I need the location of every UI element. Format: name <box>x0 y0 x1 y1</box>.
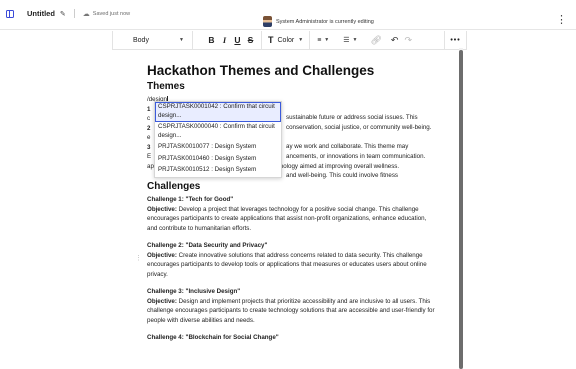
page-title: Hackathon Themes and Challenges <box>147 63 375 78</box>
document-title[interactable]: Untitled <box>27 9 55 18</box>
drag-handle-icon[interactable]: ⋮ <box>135 254 142 262</box>
top-bar: Untitled ✎ ☁ Saved just now System Admin… <box>0 0 576 30</box>
line-fragment: c <box>147 115 151 122</box>
challenge-block: Challenge 4: "Blockchain for Social Chan… <box>147 333 437 343</box>
formatting-toolbar: Body ▼ B I U S T Color ▼ ≡ ▼ ☰ ▼ 🔗︎ ↶ ↷ … <box>112 31 467 50</box>
theme-line-fragment: ancements, or innovations in team commun… <box>286 153 426 160</box>
objective-text: Design and implement projects that prior… <box>147 297 435 324</box>
link-icon[interactable]: 🔗︎ <box>364 31 387 49</box>
objective-label: Objective: <box>147 205 177 213</box>
theme-number: 1 <box>147 105 151 113</box>
align-button[interactable]: ≡ ▼ <box>310 31 336 49</box>
objective-label: Objective: <box>147 251 177 259</box>
divider <box>73 9 75 18</box>
challenge-title: Challenge 1: "Tech for Good" <box>147 196 234 203</box>
text-color-icon: T <box>268 35 274 45</box>
theme-line-fragment: and well-being. This could involve fitne… <box>286 172 399 179</box>
challenge-block: Challenge 1: "Tech for Good" Objective: … <box>147 195 437 233</box>
dropdown-item[interactable]: PRJTASK0010460 : Design System <box>155 154 281 166</box>
objective-text: Create innovative solutions that address… <box>147 251 427 278</box>
align-left-icon: ≡ <box>317 36 322 44</box>
more-options-icon[interactable]: ⋮ <box>556 13 568 26</box>
challenge-block: Challenge 2: "Data Security and Privacy"… <box>147 241 437 279</box>
objective-text: Develop a project that leverages technol… <box>147 205 427 232</box>
saved-status-text: Saved just now <box>92 10 131 17</box>
scrollbar-thumb[interactable] <box>459 50 463 369</box>
chevron-down-icon: ▼ <box>179 37 184 43</box>
chevron-down-icon: ▼ <box>298 37 304 43</box>
bulleted-list-icon: ☰ <box>343 37 350 44</box>
strikethrough-button[interactable]: S <box>244 31 257 49</box>
paragraph-style-select[interactable]: Body ▼ <box>113 31 193 49</box>
save-status: ☁ Saved just now <box>83 10 130 18</box>
theme-line-fragment: sustainable future or address social iss… <box>286 114 418 121</box>
toolbar-more-icon[interactable]: ••• <box>444 31 466 49</box>
underline-button[interactable]: U <box>231 31 244 49</box>
theme-number: 3 <box>147 143 151 151</box>
title-area: Untitled ✎ ☁ Saved just now <box>6 9 130 18</box>
challenge-block: Challenge 3: "Inclusive Design" Objectiv… <box>147 287 437 325</box>
avatar <box>263 16 272 27</box>
dropdown-item[interactable]: CSPRJTASK0000040 : Confirm that circuit … <box>155 122 281 142</box>
slash-command-dropdown: CSPRJTASK0001042 : Confirm that circuit … <box>154 101 282 178</box>
italic-button[interactable]: I <box>218 31 231 49</box>
challenge-objective: Objective: Design and implement projects… <box>147 297 437 326</box>
list-button[interactable]: ☰ ▼ <box>336 31 364 49</box>
cloud-check-icon: ☁ <box>82 10 90 18</box>
undo-icon[interactable]: ↶ <box>388 31 402 49</box>
pencil-icon[interactable]: ✎ <box>60 10 66 18</box>
chevron-down-icon: ▼ <box>324 37 330 43</box>
challenges-heading: Challenges <box>147 181 201 192</box>
editing-status-text: System Administrator is currently editin… <box>276 18 374 25</box>
color-button[interactable]: T Color ▼ <box>261 31 311 49</box>
color-label: Color <box>277 36 295 44</box>
chevron-down-icon: ▼ <box>352 37 358 43</box>
line-fragment: e <box>147 134 151 141</box>
objective-label: Objective: <box>147 297 177 305</box>
paragraph-style-value: Body <box>133 36 149 44</box>
sidebar-toggle-icon[interactable] <box>6 9 14 18</box>
bold-button[interactable]: B <box>205 31 218 49</box>
theme-line-fragment: ay we work and collaborate. This theme m… <box>286 143 409 150</box>
collaborator-status: System Administrator is currently editin… <box>263 16 374 27</box>
challenge-objective: Objective: Create innovative solutions t… <box>147 251 437 280</box>
line-fragment: E <box>147 153 152 160</box>
challenge-title: Challenge 3: "Inclusive Design" <box>147 288 241 295</box>
theme-line-fragment: conservation, social justice, or communi… <box>286 124 432 131</box>
dropdown-item[interactable]: PRJTASK0010512 : Design System <box>155 165 281 177</box>
themes-heading: Themes <box>147 81 185 92</box>
theme-number: 2 <box>147 124 151 132</box>
dropdown-item[interactable]: CSPRJTASK0001042 : Confirm that circuit … <box>155 102 281 122</box>
challenge-objective: Objective: Develop a project that levera… <box>147 205 437 234</box>
challenge-title: Challenge 2: "Data Security and Privacy" <box>147 242 268 249</box>
dropdown-item[interactable]: PRJTASK0010077 : Design System <box>155 142 281 154</box>
redo-icon[interactable]: ↷ <box>401 31 415 49</box>
challenge-title: Challenge 4: "Blockchain for Social Chan… <box>147 334 279 341</box>
